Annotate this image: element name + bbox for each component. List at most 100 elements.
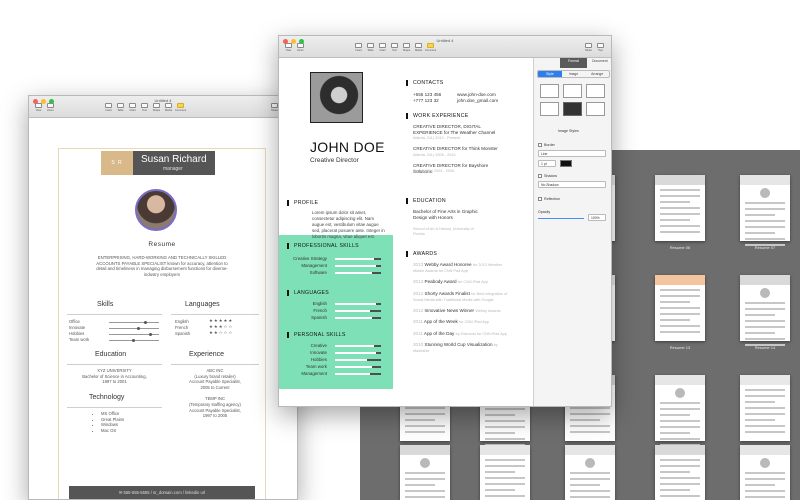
- skill-label[interactable]: French: [313, 308, 327, 313]
- education-title[interactable]: Education: [95, 351, 126, 358]
- technology-title[interactable]: Technology: [89, 394, 124, 401]
- work-entry-title[interactable]: CREATIVE DIRECTOR, DIGITAL EXPERIENCE fo…: [413, 124, 499, 136]
- toolbar-chart-button[interactable]: Chart: [127, 103, 138, 112]
- skill-level-marker[interactable]: [144, 321, 147, 324]
- skill-label[interactable]: Software: [310, 270, 327, 275]
- toolbar-comment-button[interactable]: Comment: [175, 103, 186, 112]
- toolbar-comment-button[interactable]: Comment: [425, 43, 436, 52]
- award-entry[interactable]: 2011 App of the Week for CNN iPad App: [413, 319, 509, 325]
- skill-label[interactable]: Creative: [311, 343, 327, 348]
- toolbar-view-button[interactable]: View: [283, 43, 294, 52]
- shadow-checkbox[interactable]: [538, 174, 542, 178]
- template-thumbnail[interactable]: [400, 445, 450, 500]
- award-entry[interactable]: 2013 Peabody Award for CNN iPad App: [413, 279, 509, 285]
- toolbar-media-button[interactable]: Media: [413, 43, 424, 52]
- toolbar-media-button[interactable]: Media: [163, 103, 174, 112]
- contact-footer[interactable]: ✉ 555-555-5555 / sr_domain.com / linkedi…: [69, 486, 255, 499]
- inspector-tab-style[interactable]: Style: [538, 71, 562, 77]
- toolbar-text-button[interactable]: Text: [389, 43, 400, 52]
- inspector-tab-image[interactable]: Image: [562, 71, 586, 77]
- toolbar-zoom-button[interactable]: Zoom: [45, 103, 56, 112]
- skill-label[interactable]: Team work: [306, 364, 327, 369]
- skill-level-marker[interactable]: [136, 327, 140, 330]
- skill-label[interactable]: Hobbies: [311, 357, 327, 362]
- languages-title[interactable]: LANGUAGES: [287, 290, 329, 296]
- award-entry[interactable]: 2011 App of the Day by Gizmodo for CNN i…: [413, 331, 509, 337]
- shadow-type-select[interactable]: No Shadow: [538, 181, 606, 188]
- opacity-slider[interactable]: [538, 218, 584, 219]
- award-entry[interactable]: 2013 Webby Award Honoree for 2013 Weathe…: [413, 262, 509, 274]
- skill-level-marker[interactable]: [131, 339, 135, 342]
- resume-subtitle[interactable]: manager: [163, 166, 183, 172]
- personal-skills-title[interactable]: PERSONAL SKILLS: [287, 332, 346, 338]
- contact-web[interactable]: www.john-doe.com john.doe_gmail.com: [457, 92, 498, 104]
- experience-title[interactable]: Experience: [189, 351, 224, 358]
- resume-section-title[interactable]: Resume: [59, 241, 265, 248]
- languages-title[interactable]: Languages: [185, 301, 220, 308]
- template-thumbnail[interactable]: [740, 275, 790, 346]
- profile-photo[interactable]: [310, 72, 363, 123]
- border-type-select[interactable]: Line: [538, 150, 606, 157]
- document-window-back[interactable]: Untitled 4 View Zoom Insert Table Chart Text S…: [28, 95, 298, 500]
- profile-photo[interactable]: [135, 189, 177, 231]
- profile-title[interactable]: PROFILE: [286, 200, 318, 206]
- profile-text[interactable]: Lorem ipsum dolor sit amet, consectetur …: [312, 210, 387, 240]
- toolbar-text-button[interactable]: Text: [139, 103, 150, 112]
- toolbar-insert-button[interactable]: Insert: [103, 103, 114, 112]
- awards-title[interactable]: AWARDS: [405, 251, 437, 257]
- language-label[interactable]: French: [175, 325, 188, 330]
- skill-level-marker[interactable]: [149, 333, 152, 336]
- skill-label[interactable]: Spanish: [311, 315, 327, 320]
- skill-label[interactable]: Creative Strategy: [293, 256, 327, 261]
- toolbar-shape-button[interactable]: Shape: [401, 43, 412, 52]
- skill-label[interactable]: Innovate: [310, 350, 327, 355]
- template-thumbnail[interactable]: [740, 445, 790, 500]
- work-entry-meta[interactable]: Tampa, FL | 2004 - 2006: [413, 169, 454, 174]
- border-width-field[interactable]: 1 pt: [538, 160, 556, 167]
- toolbar-tips-button[interactable]: Tips: [595, 43, 606, 52]
- template-thumbnail[interactable]: [655, 275, 705, 341]
- professional-skills-title[interactable]: PROFESSIONAL SKILLS: [287, 243, 359, 249]
- work-entry-meta[interactable]: Atlanta, GA | 2006 - 2010: [413, 153, 456, 158]
- document-canvas[interactable]: JOHN DOE Creative Director PROFILE Lorem…: [279, 58, 532, 406]
- skill-label[interactable]: Hobbies: [69, 331, 84, 336]
- document-window-front[interactable]: Untitled 4 View Zoom Insert Table Chart Text S…: [278, 35, 612, 407]
- experience-text[interactable]: ABC INC (Luxury brand retailer) Account …: [171, 368, 259, 419]
- opacity-field[interactable]: 100%: [588, 214, 606, 221]
- template-thumbnail[interactable]: [740, 175, 790, 246]
- image-style-swatch[interactable]: [563, 102, 582, 116]
- reflection-checkbox[interactable]: [538, 197, 542, 201]
- template-thumbnail[interactable]: [565, 445, 615, 500]
- work-experience-title[interactable]: WORK EXPERIENCE: [406, 113, 469, 119]
- image-style-swatch[interactable]: [586, 84, 605, 98]
- toolbar-chart-button[interactable]: Chart: [377, 43, 388, 52]
- skill-label[interactable]: Team work: [69, 337, 89, 342]
- image-style-swatch[interactable]: [586, 102, 605, 116]
- inspector-tab-format[interactable]: Format: [560, 58, 587, 68]
- resume-name[interactable]: JOHN DOE: [310, 139, 385, 155]
- image-style-swatch[interactable]: [540, 84, 559, 98]
- template-thumbnail[interactable]: [740, 375, 790, 441]
- image-style-swatch[interactable]: [540, 102, 559, 116]
- award-entry[interactable]: 2010 Stunning World Cup Visualization by…: [413, 342, 509, 354]
- document-canvas[interactable]: S R Susan Richard manager Resume ENTERPR…: [29, 118, 297, 499]
- resume-name[interactable]: Susan Richard: [141, 154, 207, 165]
- toolbar-zoom-button[interactable]: Zoom: [295, 43, 306, 52]
- toolbar-shape-button[interactable]: Shape: [151, 103, 162, 112]
- toolbar-table-button[interactable]: Table: [115, 103, 126, 112]
- skill-label[interactable]: Innovate: [69, 325, 85, 330]
- technology-list[interactable]: MS OfficeGreat PlainsWindowsMac OS: [95, 411, 124, 434]
- skill-label[interactable]: English: [313, 301, 327, 306]
- inspector-tab-document[interactable]: Document: [587, 58, 611, 68]
- image-style-swatch[interactable]: [563, 84, 582, 98]
- education-title[interactable]: EDUCATION: [406, 198, 446, 204]
- skill-label[interactable]: Office: [69, 319, 80, 324]
- inspector-tab-arrange[interactable]: Arrange: [585, 71, 609, 77]
- summary-text[interactable]: ENTERPRISING, HARD-WORKING AND TECHNICAL…: [93, 255, 231, 277]
- education-meta[interactable]: School of Art & History, University of F…: [413, 227, 485, 237]
- skill-label[interactable]: Management: [301, 263, 327, 268]
- education-text[interactable]: Bachelor of Fine Arts in Graphic Design …: [413, 209, 488, 221]
- toolbar-insert-button[interactable]: Insert: [353, 43, 364, 52]
- border-color-well[interactable]: [560, 160, 572, 167]
- language-label[interactable]: English: [175, 319, 189, 324]
